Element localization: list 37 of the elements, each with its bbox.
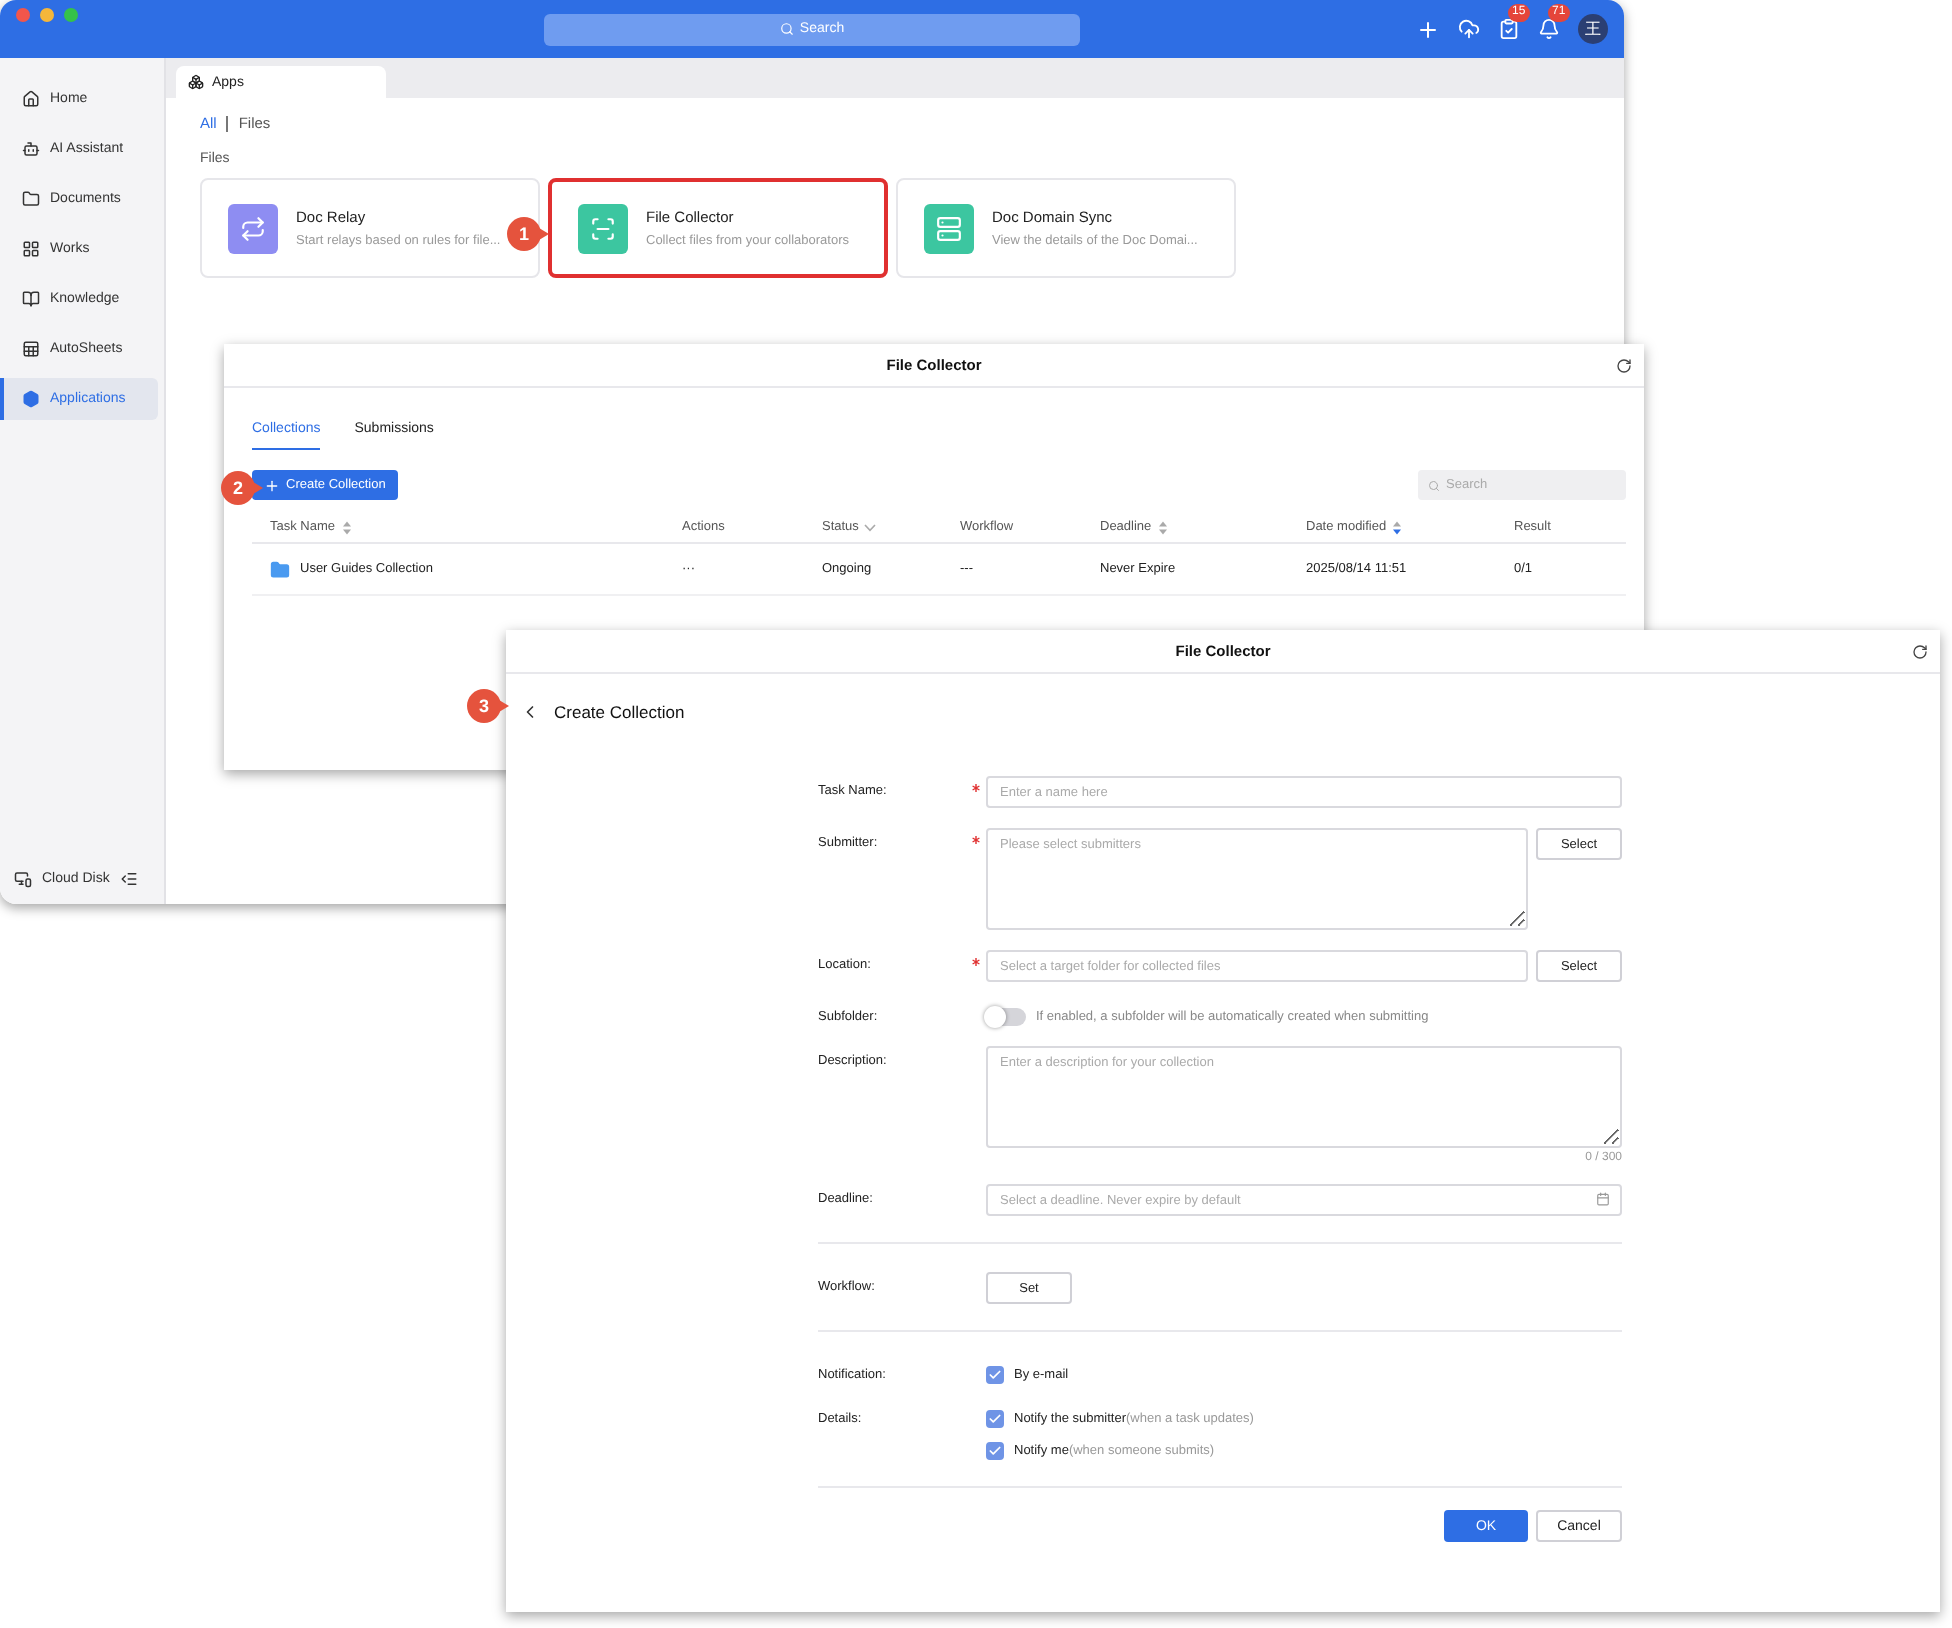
bell-icon[interactable] xyxy=(1538,18,1560,40)
clipboard-check-icon[interactable] xyxy=(1498,18,1520,40)
folder-icon xyxy=(22,190,40,208)
folder-icon xyxy=(270,559,290,579)
checkbox[interactable] xyxy=(986,1442,1004,1460)
app-icon xyxy=(228,203,278,253)
sheet-icon xyxy=(22,340,40,358)
search-icon xyxy=(1428,479,1440,491)
cloud-upload-icon[interactable] xyxy=(1458,18,1480,40)
plus-icon xyxy=(264,477,280,493)
checkbox[interactable] xyxy=(986,1366,1004,1384)
user-avatar[interactable]: 王 xyxy=(1578,14,1608,44)
sort-icon[interactable] xyxy=(1157,519,1168,535)
collapse-icon[interactable] xyxy=(119,870,138,888)
search-icon xyxy=(779,22,794,36)
page-heading: Create Collection xyxy=(554,702,685,722)
home-icon xyxy=(22,90,40,108)
checkbox[interactable] xyxy=(986,1410,1004,1428)
refresh-icon[interactable] xyxy=(1912,643,1928,659)
sort-icon[interactable] xyxy=(341,519,352,535)
maximize-icon[interactable] xyxy=(64,8,78,22)
toggle-switch[interactable] xyxy=(986,1008,1026,1026)
app-icon xyxy=(924,203,974,253)
close-icon[interactable] xyxy=(16,8,30,22)
book-icon xyxy=(22,290,40,308)
robot-icon xyxy=(22,140,40,158)
plus-icon[interactable] xyxy=(1416,17,1440,41)
minimize-icon[interactable] xyxy=(40,8,54,22)
hexagon-icon xyxy=(22,390,40,408)
filter-icon[interactable] xyxy=(864,523,877,531)
refresh-icon[interactable] xyxy=(1616,357,1632,373)
grid-icon xyxy=(22,240,40,258)
calendar-icon xyxy=(1596,1192,1610,1206)
apps-icon xyxy=(188,74,204,90)
monitor-icon xyxy=(14,870,32,888)
sort-icon[interactable] xyxy=(1392,519,1403,535)
app-icon xyxy=(578,203,628,253)
